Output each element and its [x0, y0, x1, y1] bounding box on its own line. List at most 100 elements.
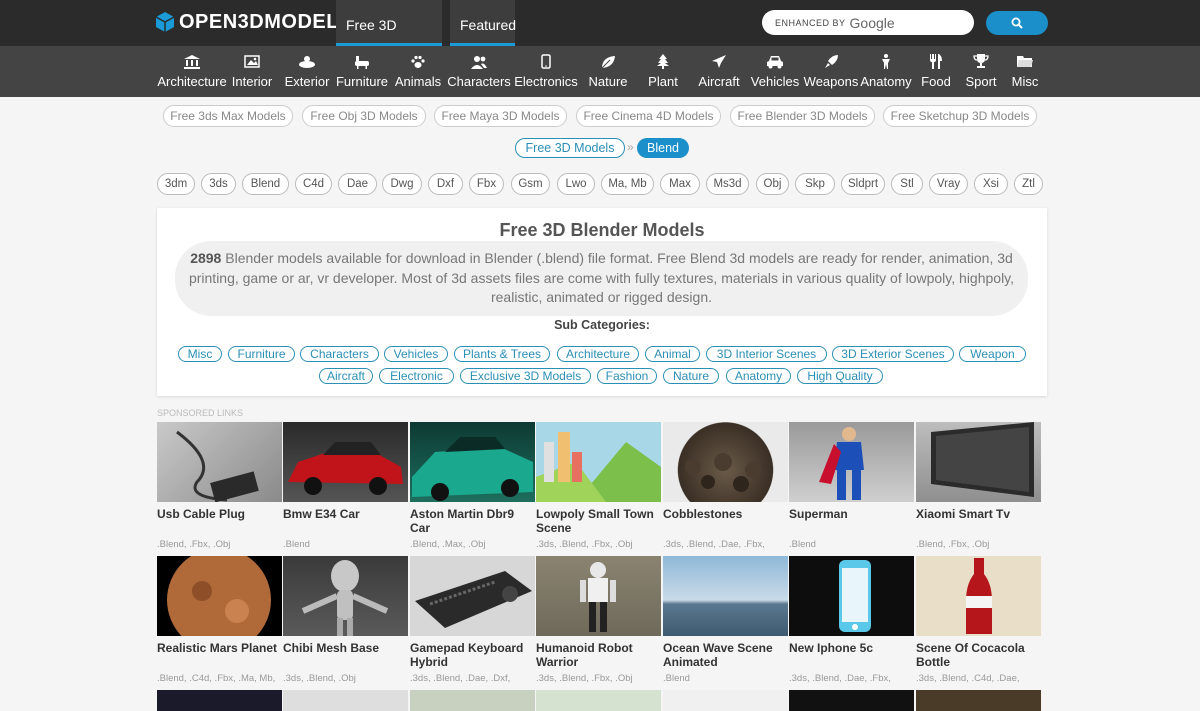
- model-title[interactable]: Superman: [789, 507, 914, 521]
- model-thumbnail[interactable]: [536, 422, 661, 502]
- link-blender-models[interactable]: Free Blender 3D Models: [730, 105, 875, 127]
- category-weapons[interactable]: Weapons: [804, 46, 858, 97]
- model-title[interactable]: Usb Cable Plug: [157, 507, 282, 521]
- category-interior[interactable]: Interior: [231, 46, 273, 97]
- model-title[interactable]: Humanoid Robot Warrior: [536, 641, 661, 669]
- model-title[interactable]: Bmw E34 Car: [283, 507, 408, 521]
- format-sldprt[interactable]: Sldprt: [841, 173, 885, 195]
- model-thumbnail-partial[interactable]: [410, 690, 535, 711]
- model-thumbnail[interactable]: [663, 422, 788, 502]
- model-thumbnail-partial[interactable]: [789, 690, 914, 711]
- subcat-architecture[interactable]: Architecture: [557, 346, 639, 362]
- subcat-misc[interactable]: Misc: [178, 346, 222, 362]
- model-title[interactable]: Gamepad Keyboard Hybrid: [410, 641, 535, 669]
- category-nature[interactable]: Nature: [588, 46, 628, 97]
- category-furniture[interactable]: Furniture: [336, 46, 388, 97]
- model-title[interactable]: Scene Of Cocacola Bottle: [916, 641, 1041, 669]
- subcat-nature[interactable]: Nature: [663, 368, 719, 384]
- subcat-vehicles[interactable]: Vehicles: [384, 346, 448, 362]
- category-food[interactable]: Food: [920, 46, 952, 97]
- format-stl[interactable]: Stl: [891, 173, 923, 195]
- model-title[interactable]: Ocean Wave Scene Animated: [663, 641, 788, 669]
- category-anatomy[interactable]: Anatomy: [860, 46, 912, 97]
- format-xsi[interactable]: Xsi: [974, 173, 1008, 195]
- format-max[interactable]: Max: [660, 173, 700, 195]
- category-architecture[interactable]: Architecture: [157, 46, 227, 97]
- model-thumbnail-partial[interactable]: [916, 690, 1041, 711]
- tab-featured[interactable]: Featured: [450, 0, 516, 46]
- subcat-electronic[interactable]: Electronic: [379, 368, 454, 384]
- subcat-animal[interactable]: Animal: [645, 346, 700, 362]
- link-3ds-max-models[interactable]: Free 3ds Max Models: [163, 105, 293, 127]
- model-title[interactable]: New Iphone 5c: [789, 641, 914, 655]
- subcat-furniture[interactable]: Furniture: [228, 346, 295, 362]
- format-dwg[interactable]: Dwg: [382, 173, 422, 195]
- model-thumbnail[interactable]: [916, 422, 1041, 502]
- category-vehicles[interactable]: Vehicles: [751, 46, 799, 97]
- subcat-plants-trees[interactable]: Plants & Trees: [454, 346, 550, 362]
- model-title[interactable]: Aston Martin Dbr9 Car: [410, 507, 535, 535]
- model-title[interactable]: Xiaomi Smart Tv: [916, 507, 1041, 521]
- format-dae[interactable]: Dae: [338, 173, 377, 195]
- subcat-characters[interactable]: Characters: [300, 346, 379, 362]
- format-fbx[interactable]: Fbx: [469, 173, 504, 195]
- model-thumbnail[interactable]: [283, 422, 408, 502]
- model-title[interactable]: Cobblestones: [663, 507, 788, 521]
- subcat-aircraft[interactable]: Aircraft: [319, 368, 373, 384]
- subcat-fashion[interactable]: Fashion: [597, 368, 657, 384]
- format-3dm[interactable]: 3dm: [157, 173, 195, 195]
- model-thumbnail[interactable]: [157, 556, 282, 636]
- model-thumbnail[interactable]: [410, 556, 535, 636]
- model-thumbnail-partial[interactable]: [663, 690, 788, 711]
- format-vray[interactable]: Vray: [929, 173, 968, 195]
- category-animals[interactable]: Animals: [395, 46, 441, 97]
- model-thumbnail-partial[interactable]: [157, 690, 282, 711]
- model-thumbnail[interactable]: [789, 422, 914, 502]
- category-characters[interactable]: Characters: [447, 46, 511, 97]
- category-sport[interactable]: Sport: [964, 46, 998, 97]
- format-dxf[interactable]: Dxf: [428, 173, 463, 195]
- link-sketchup-models[interactable]: Free Sketchup 3D Models: [883, 105, 1037, 127]
- format-gsm[interactable]: Gsm: [511, 173, 550, 195]
- format-ms3d[interactable]: Ms3d: [706, 173, 749, 195]
- model-thumbnail[interactable]: [663, 556, 788, 636]
- search-input[interactable]: ENHANCED BY Google: [762, 10, 974, 35]
- format-c4d[interactable]: C4d: [295, 173, 332, 195]
- model-title[interactable]: Realistic Mars Planet: [157, 641, 282, 655]
- subcat-weapon[interactable]: Weapon: [959, 346, 1026, 362]
- format-ma-mb[interactable]: Ma, Mb: [601, 173, 654, 195]
- model-thumbnail-partial[interactable]: [536, 690, 661, 711]
- subcat-anatomy[interactable]: Anatomy: [726, 368, 791, 384]
- model-thumbnail[interactable]: [916, 556, 1041, 636]
- format-blend[interactable]: Blend: [242, 173, 289, 195]
- model-title[interactable]: Chibi Mesh Base: [283, 641, 408, 655]
- model-thumbnail[interactable]: [283, 556, 408, 636]
- link-cinema4d-models[interactable]: Free Cinema 4D Models: [576, 105, 721, 127]
- model-thumbnail-partial[interactable]: [283, 690, 408, 711]
- subcat-high-quality[interactable]: High Quality: [797, 368, 883, 384]
- format-3ds[interactable]: 3ds: [201, 173, 236, 195]
- site-logo[interactable]: OPEN3DMODEL: [155, 10, 339, 34]
- subcat-exclusive-3d-models[interactable]: Exclusive 3D Models: [460, 368, 591, 384]
- link-maya-models[interactable]: Free Maya 3D Models: [434, 105, 567, 127]
- category-electronics[interactable]: Electronics: [514, 46, 578, 97]
- link-obj-models[interactable]: Free Obj 3D Models: [302, 105, 426, 127]
- format-lwo[interactable]: Lwo: [557, 173, 595, 195]
- category-aircraft[interactable]: Aircraft: [698, 46, 740, 97]
- format-obj[interactable]: Obj: [756, 173, 789, 195]
- subcat-3d-interior-scenes[interactable]: 3D Interior Scenes: [706, 346, 827, 362]
- format-ztl[interactable]: Ztl: [1014, 173, 1043, 195]
- category-misc[interactable]: Misc: [1010, 46, 1040, 97]
- model-thumbnail[interactable]: [536, 556, 661, 636]
- model-thumbnail[interactable]: [789, 556, 914, 636]
- category-exterior[interactable]: Exterior: [285, 46, 329, 97]
- subcat-3d-exterior-scenes[interactable]: 3D Exterior Scenes: [832, 346, 954, 362]
- breadcrumb-parent[interactable]: Free 3D Models: [515, 138, 625, 158]
- tab-free-3d-models[interactable]: Free 3D Models: [336, 0, 442, 83]
- search-button[interactable]: [986, 11, 1048, 35]
- category-plant[interactable]: Plant: [647, 46, 679, 97]
- format-skp[interactable]: Skp: [795, 173, 835, 195]
- model-title[interactable]: Lowpoly Small Town Scene: [536, 507, 661, 535]
- model-thumbnail[interactable]: [157, 422, 282, 502]
- model-thumbnail[interactable]: [410, 422, 535, 502]
